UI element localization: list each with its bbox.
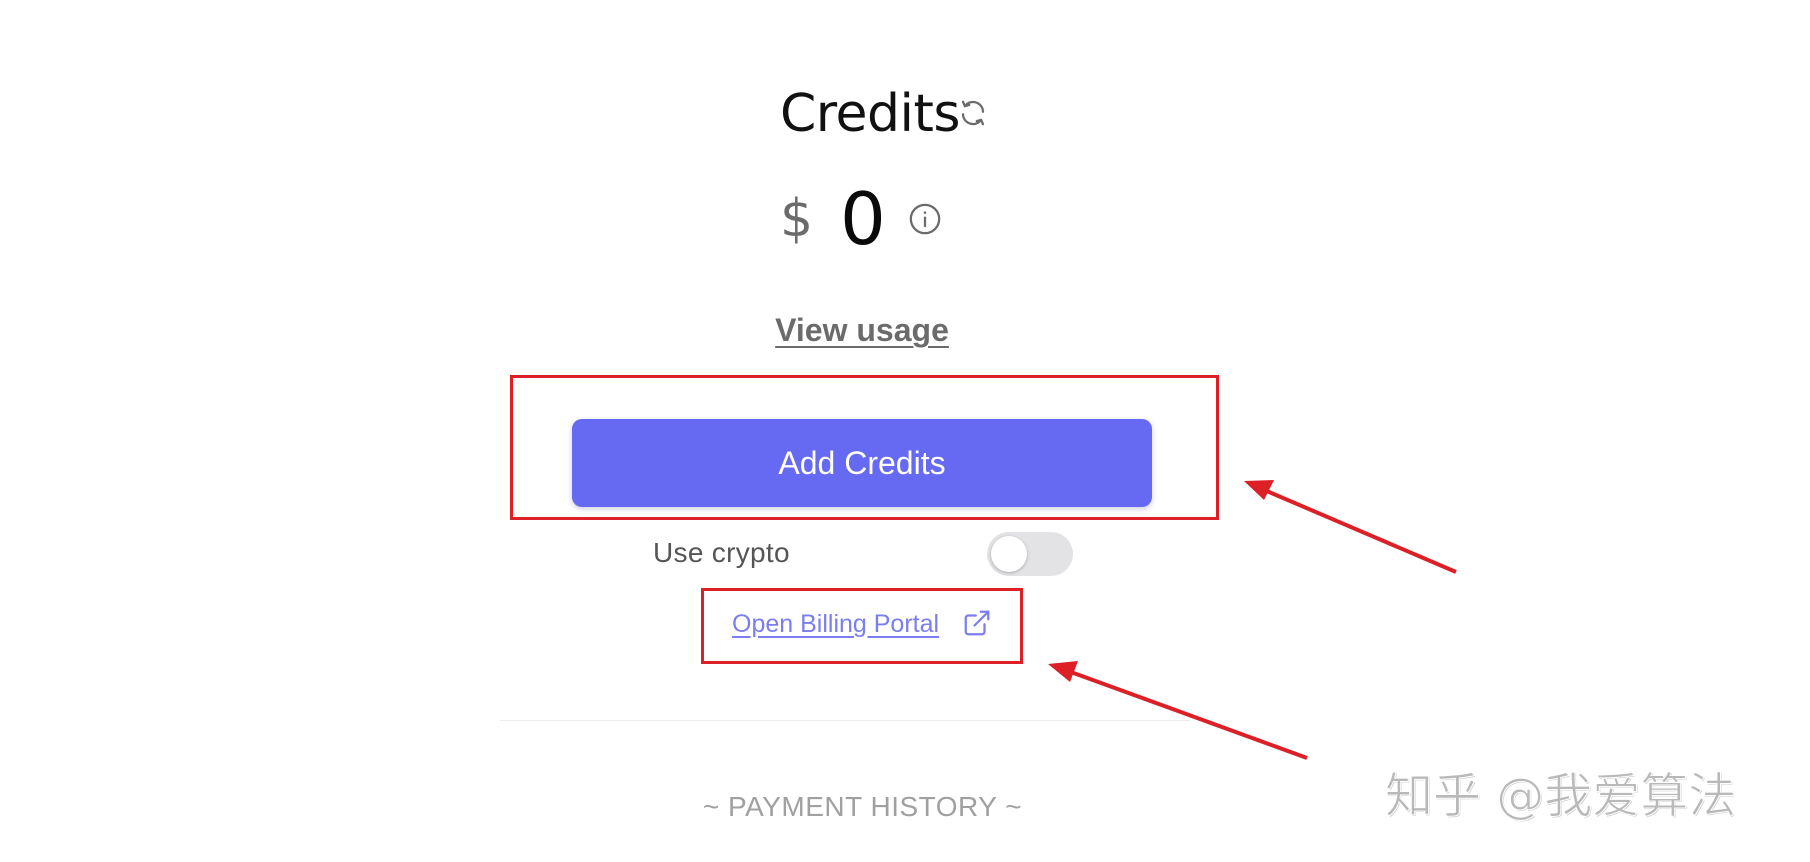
watermark-text: 知乎 @我爱算法 [1384,768,1737,825]
open-billing-portal-link[interactable]: Open Billing Portal [732,608,939,640]
section-divider [500,720,1190,721]
currency-symbol: $ [780,189,814,249]
use-crypto-label: Use crypto [653,537,790,568]
toggle-knob [991,536,1027,572]
annotation-arrow-add-credits [1244,480,1457,574]
page-title: Credits [780,84,960,144]
view-usage-link[interactable]: View usage [772,310,952,350]
use-crypto-toggle[interactable] [987,532,1073,576]
annotation-arrow-billing-portal [1048,661,1308,760]
info-icon[interactable] [908,202,942,236]
external-link-icon[interactable] [962,608,992,638]
credit-balance: 0 [840,177,886,261]
add-credits-button[interactable]: Add Credits [572,419,1152,507]
refresh-icon[interactable] [958,98,988,128]
payment-history-heading: ~ PAYMENT HISTORY ~ [702,791,1023,822]
